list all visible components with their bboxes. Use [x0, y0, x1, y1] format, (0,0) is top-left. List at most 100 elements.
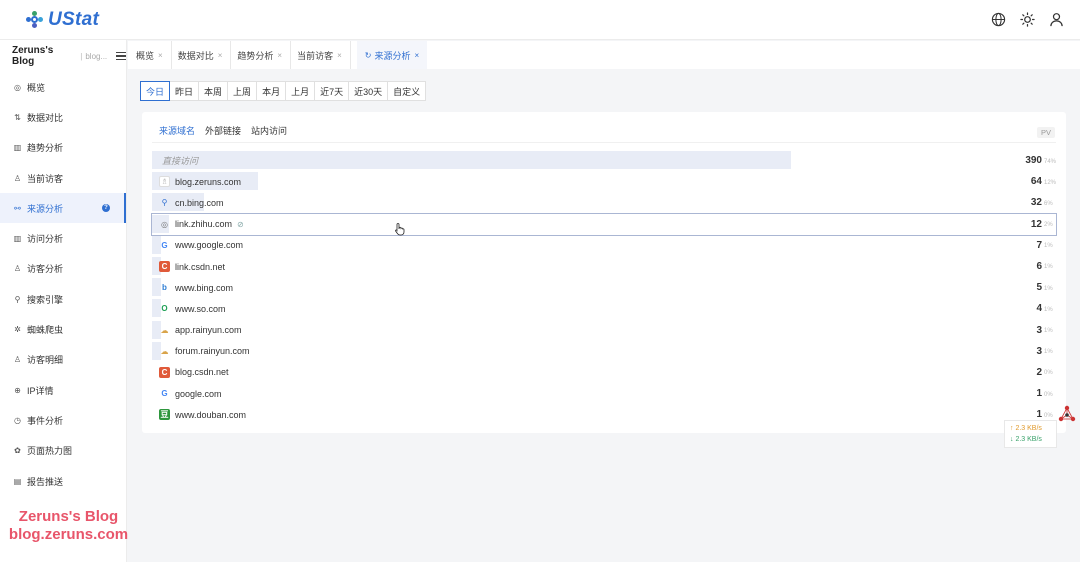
sidebar-item-11[interactable]: ◷ 事件分析: [0, 405, 126, 435]
source-value: 390 74%: [1025, 150, 1057, 171]
page-tabs: 概览 × 数据对比 × 趋势分析 × 当前访客 × ↻ 来源分析 ×: [128, 41, 1080, 69]
sidebar-item-1[interactable]: ⇅ 数据对比: [0, 102, 126, 132]
pv-percent: 1%: [1044, 349, 1053, 356]
sidebar-item-3[interactable]: ♙ 当前访客: [0, 163, 126, 193]
source-name[interactable]: www.google.com: [175, 240, 243, 250]
range-button-1[interactable]: 昨日: [169, 81, 200, 101]
sidebar-item-12[interactable]: ✿ 页面热力图: [0, 436, 126, 466]
site-separator: |: [80, 51, 83, 61]
sidebar-item-6[interactable]: ♙ 访客分析: [0, 254, 126, 284]
source-subtabs: 来源域名 外部链接 站内访问: [159, 124, 287, 143]
pv-count: 6: [1036, 260, 1042, 272]
pv-count: 1: [1036, 388, 1042, 400]
app-logo[interactable]: UStat: [26, 9, 99, 31]
tab-1[interactable]: 数据对比 ×: [178, 41, 232, 69]
user-icon: ♙: [13, 173, 22, 183]
pv-count: 3: [1036, 324, 1042, 336]
tab-0[interactable]: 概览 ×: [136, 41, 172, 69]
sidebar-item-5[interactable]: ▥ 访问分析: [0, 223, 126, 253]
globe-icon[interactable]: [991, 12, 1006, 27]
external-link-icon[interactable]: ⊘: [237, 220, 244, 229]
sidebar-item-label: IP详情: [27, 385, 54, 396]
range-button-5[interactable]: 上月: [285, 81, 316, 101]
site-domain: blog...: [85, 51, 108, 61]
table-row[interactable]: 豆 www.douban.com 1 0%: [152, 404, 1056, 425]
tab-4[interactable]: ↻ 来源分析 ×: [356, 41, 428, 69]
table-row[interactable]: ☁ app.rainyun.com 3 1%: [152, 320, 1056, 341]
range-button-4[interactable]: 本月: [256, 81, 287, 101]
rainyun-icon: ☁: [160, 346, 169, 356]
user-account-icon[interactable]: [1049, 12, 1064, 27]
close-icon[interactable]: ×: [337, 51, 342, 60]
theme-sun-icon[interactable]: [1020, 12, 1035, 27]
pv-percent: 0%: [1044, 370, 1053, 377]
source-name[interactable]: www.bing.com: [175, 283, 233, 293]
sidebar-item-label: 报告推送: [27, 476, 64, 487]
range-button-2[interactable]: 本周: [198, 81, 229, 101]
bing-icon: b: [162, 283, 167, 293]
range-button-0[interactable]: 今日: [140, 81, 171, 101]
csdn-icon: C: [159, 261, 170, 273]
close-icon[interactable]: ×: [414, 51, 419, 60]
sidebar-item-label: 来源分析: [27, 203, 64, 214]
source-name[interactable]: google.com: [175, 389, 222, 399]
table-row[interactable]: ♗ blog.zeruns.com 64 12%: [152, 171, 1056, 192]
source-name[interactable]: cn.bing.com: [175, 198, 224, 208]
pv-percent: 74%: [1044, 158, 1057, 165]
subtab-0[interactable]: 来源域名: [159, 124, 196, 143]
sidebar-item-2[interactable]: ▥ 趋势分析: [0, 133, 126, 163]
sidebar-item-8[interactable]: ✲ 蜘蛛爬虫: [0, 314, 126, 344]
molecule-widget-icon[interactable]: [1056, 404, 1078, 426]
dashboard-icon: ◎: [14, 82, 21, 92]
subtab-2[interactable]: 站内访问: [251, 124, 287, 143]
sidebar-item-label: 趋势分析: [27, 143, 64, 154]
tab-2[interactable]: 趋势分析 ×: [237, 41, 292, 69]
range-button-7[interactable]: 近30天: [348, 81, 389, 101]
sidebar-item-7[interactable]: ⚲ 搜索引擎: [0, 284, 126, 314]
watermark: Zeruns's Blog blog.zeruns.com: [0, 508, 137, 544]
pv-percent: 1%: [1044, 243, 1053, 250]
table-row[interactable]: Ggoogle.com 1 0%: [152, 383, 1056, 404]
bar-chart-icon: ▥: [13, 234, 22, 244]
menu-toggle-icon[interactable]: [116, 50, 126, 62]
table-row[interactable]: ◎ link.zhihu.com ⊘ 12 2%: [151, 212, 1057, 236]
range-button-8[interactable]: 自定义: [387, 81, 427, 101]
sidebar-item-label: 页面热力图: [27, 446, 73, 457]
source-name[interactable]: app.rainyun.com: [175, 325, 242, 335]
source-name[interactable]: link.csdn.net: [175, 262, 225, 272]
source-name[interactable]: forum.rainyun.com: [175, 346, 250, 356]
source-card: 来源域名 外部链接 站内访问 PV 直接访问 390 74% ♗ blog.zeruns.c…: [142, 112, 1066, 433]
refresh-icon[interactable]: ↻: [365, 51, 372, 60]
range-button-6[interactable]: 近7天: [314, 81, 350, 101]
table-row[interactable]: 直接访问 390 74%: [152, 150, 1056, 171]
help-icon[interactable]: ?: [102, 204, 110, 213]
range-button-3[interactable]: 上周: [227, 81, 258, 101]
tab-3[interactable]: 当前访客 ×: [297, 41, 351, 69]
subtab-1[interactable]: 外部链接: [205, 124, 241, 143]
source-name[interactable]: www.douban.com: [175, 410, 246, 420]
table-row[interactable]: Owww.so.com 4 1%: [152, 298, 1056, 319]
table-row[interactable]: Cblog.csdn.net 2 0%: [152, 362, 1056, 383]
sidebar-item-4[interactable]: ⚯ 来源分析?: [0, 193, 126, 224]
sidebar-item-10[interactable]: ⊕ IP详情: [0, 375, 126, 405]
source-name[interactable]: link.zhihu.com: [175, 219, 232, 229]
sidebar-item-label: 当前访客: [27, 173, 64, 184]
source-name[interactable]: blog.zeruns.com: [175, 177, 241, 187]
source-value: 12 2%: [1031, 214, 1054, 235]
source-name[interactable]: www.so.com: [175, 304, 226, 314]
table-row[interactable]: Gwww.google.com 7 1%: [152, 235, 1056, 256]
site-selector[interactable]: Zeruns's Blog | blog...: [0, 40, 126, 72]
sidebar-item-9[interactable]: ♙ 访客明细: [0, 345, 126, 375]
sidebar-item-0[interactable]: ◎ 概览: [0, 72, 126, 102]
sidebar-item-13[interactable]: ▤ 报告推送: [0, 466, 126, 496]
close-icon[interactable]: ×: [277, 51, 282, 60]
close-icon[interactable]: ×: [158, 51, 163, 60]
source-name[interactable]: blog.csdn.net: [175, 367, 229, 377]
source-value: 64 12%: [1031, 171, 1056, 192]
close-icon[interactable]: ×: [218, 51, 223, 60]
table-row[interactable]: ⚲ cn.bing.com 32 6%: [152, 192, 1056, 213]
table-row[interactable]: b www.bing.com 5 1%: [152, 277, 1056, 298]
table-row[interactable]: Clink.csdn.net 6 1%: [152, 256, 1056, 277]
report-icon: ▤: [13, 476, 22, 486]
table-row[interactable]: ☁ forum.rainyun.com 3 1%: [152, 341, 1056, 362]
